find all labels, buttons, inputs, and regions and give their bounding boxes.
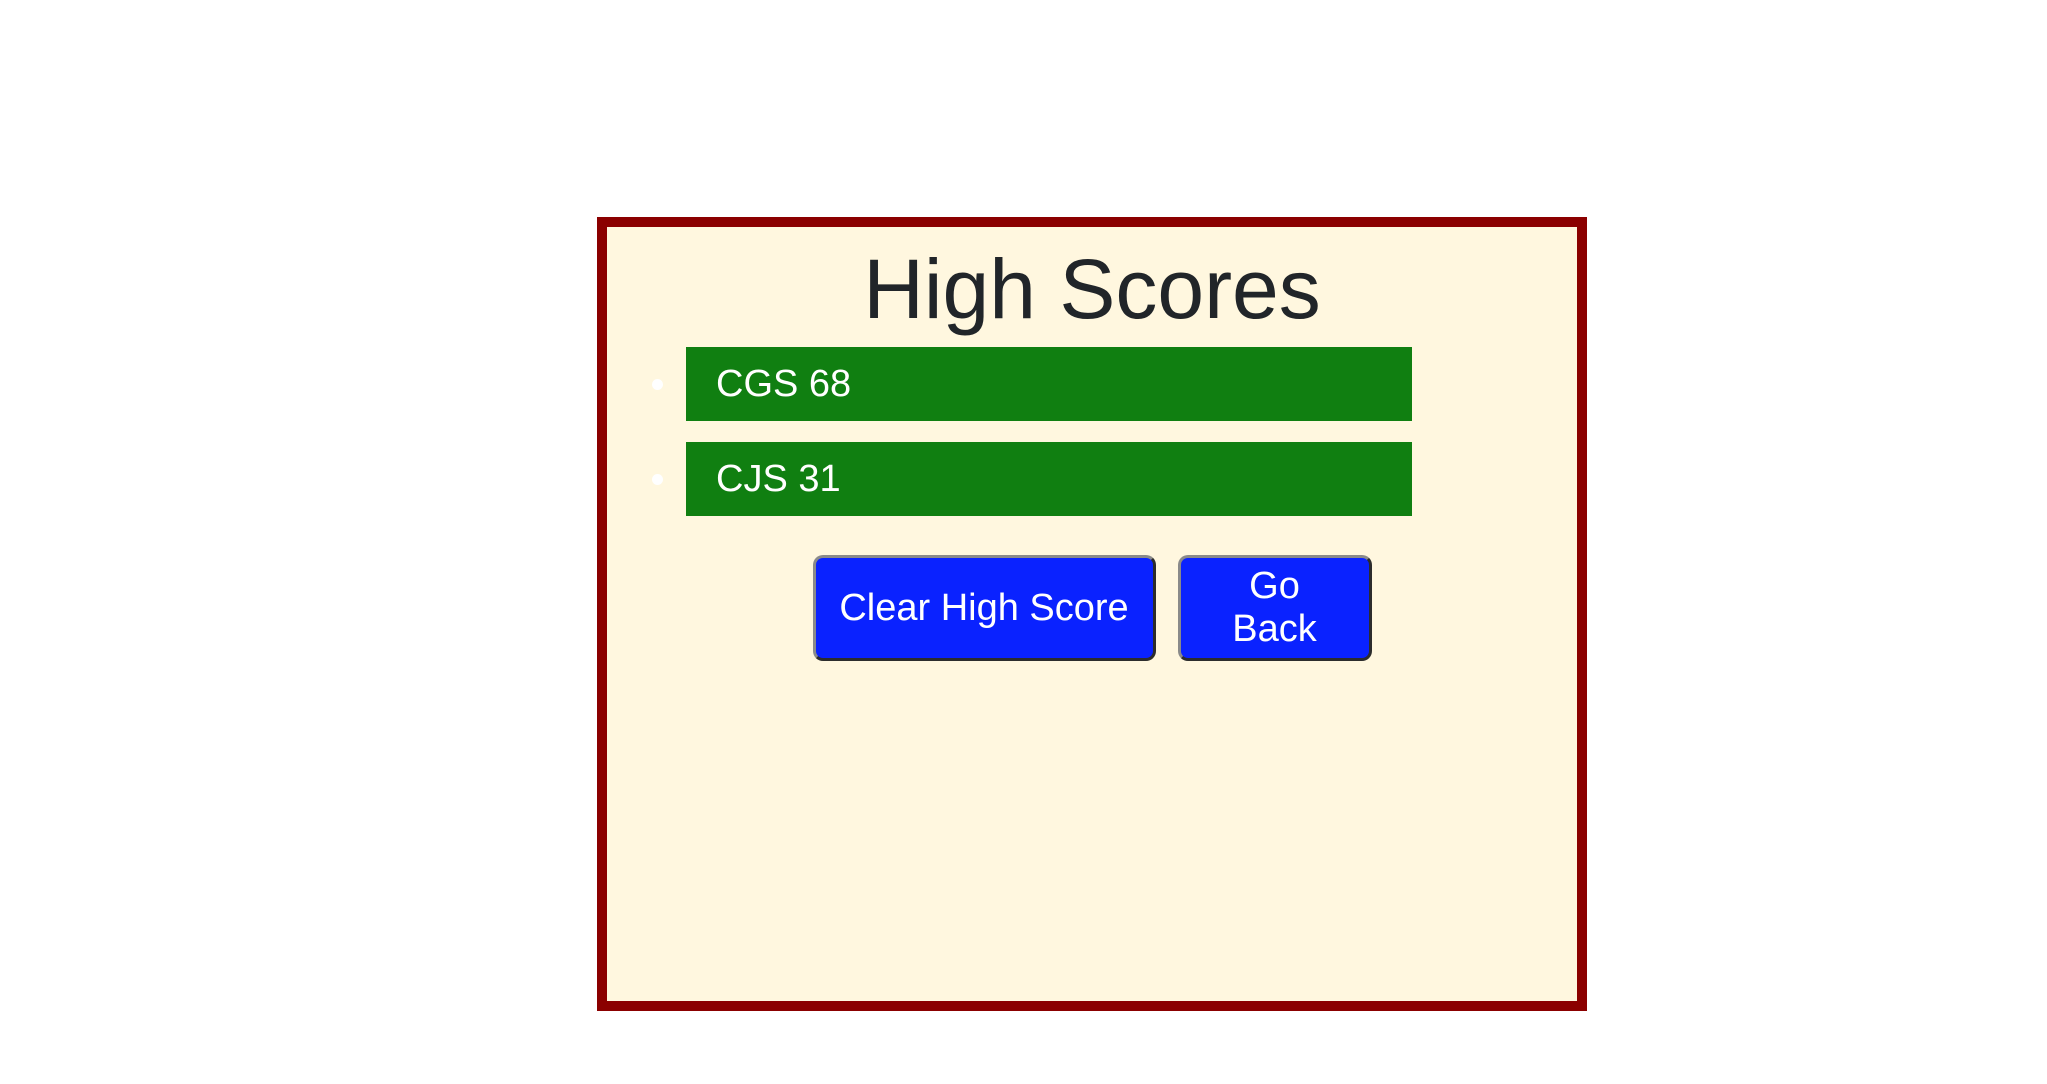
high-scores-card: High Scores CGS 68 CJS 31 Clear High Sco… <box>597 217 1587 1011</box>
bullet-icon <box>652 379 663 390</box>
go-back-button[interactable]: Go Back <box>1177 555 1372 661</box>
page-title: High Scores <box>863 242 1321 336</box>
score-entry: CJS 31 <box>686 442 1412 516</box>
clear-high-score-button[interactable]: Clear High Score <box>812 555 1156 661</box>
score-list: CGS 68 CJS 31 <box>652 347 1452 537</box>
list-item: CGS 68 <box>652 347 1452 421</box>
button-row: Clear High Score Go Back <box>607 555 1577 661</box>
bullet-icon <box>652 474 663 485</box>
list-item: CJS 31 <box>652 442 1452 516</box>
score-entry: CGS 68 <box>686 347 1412 421</box>
